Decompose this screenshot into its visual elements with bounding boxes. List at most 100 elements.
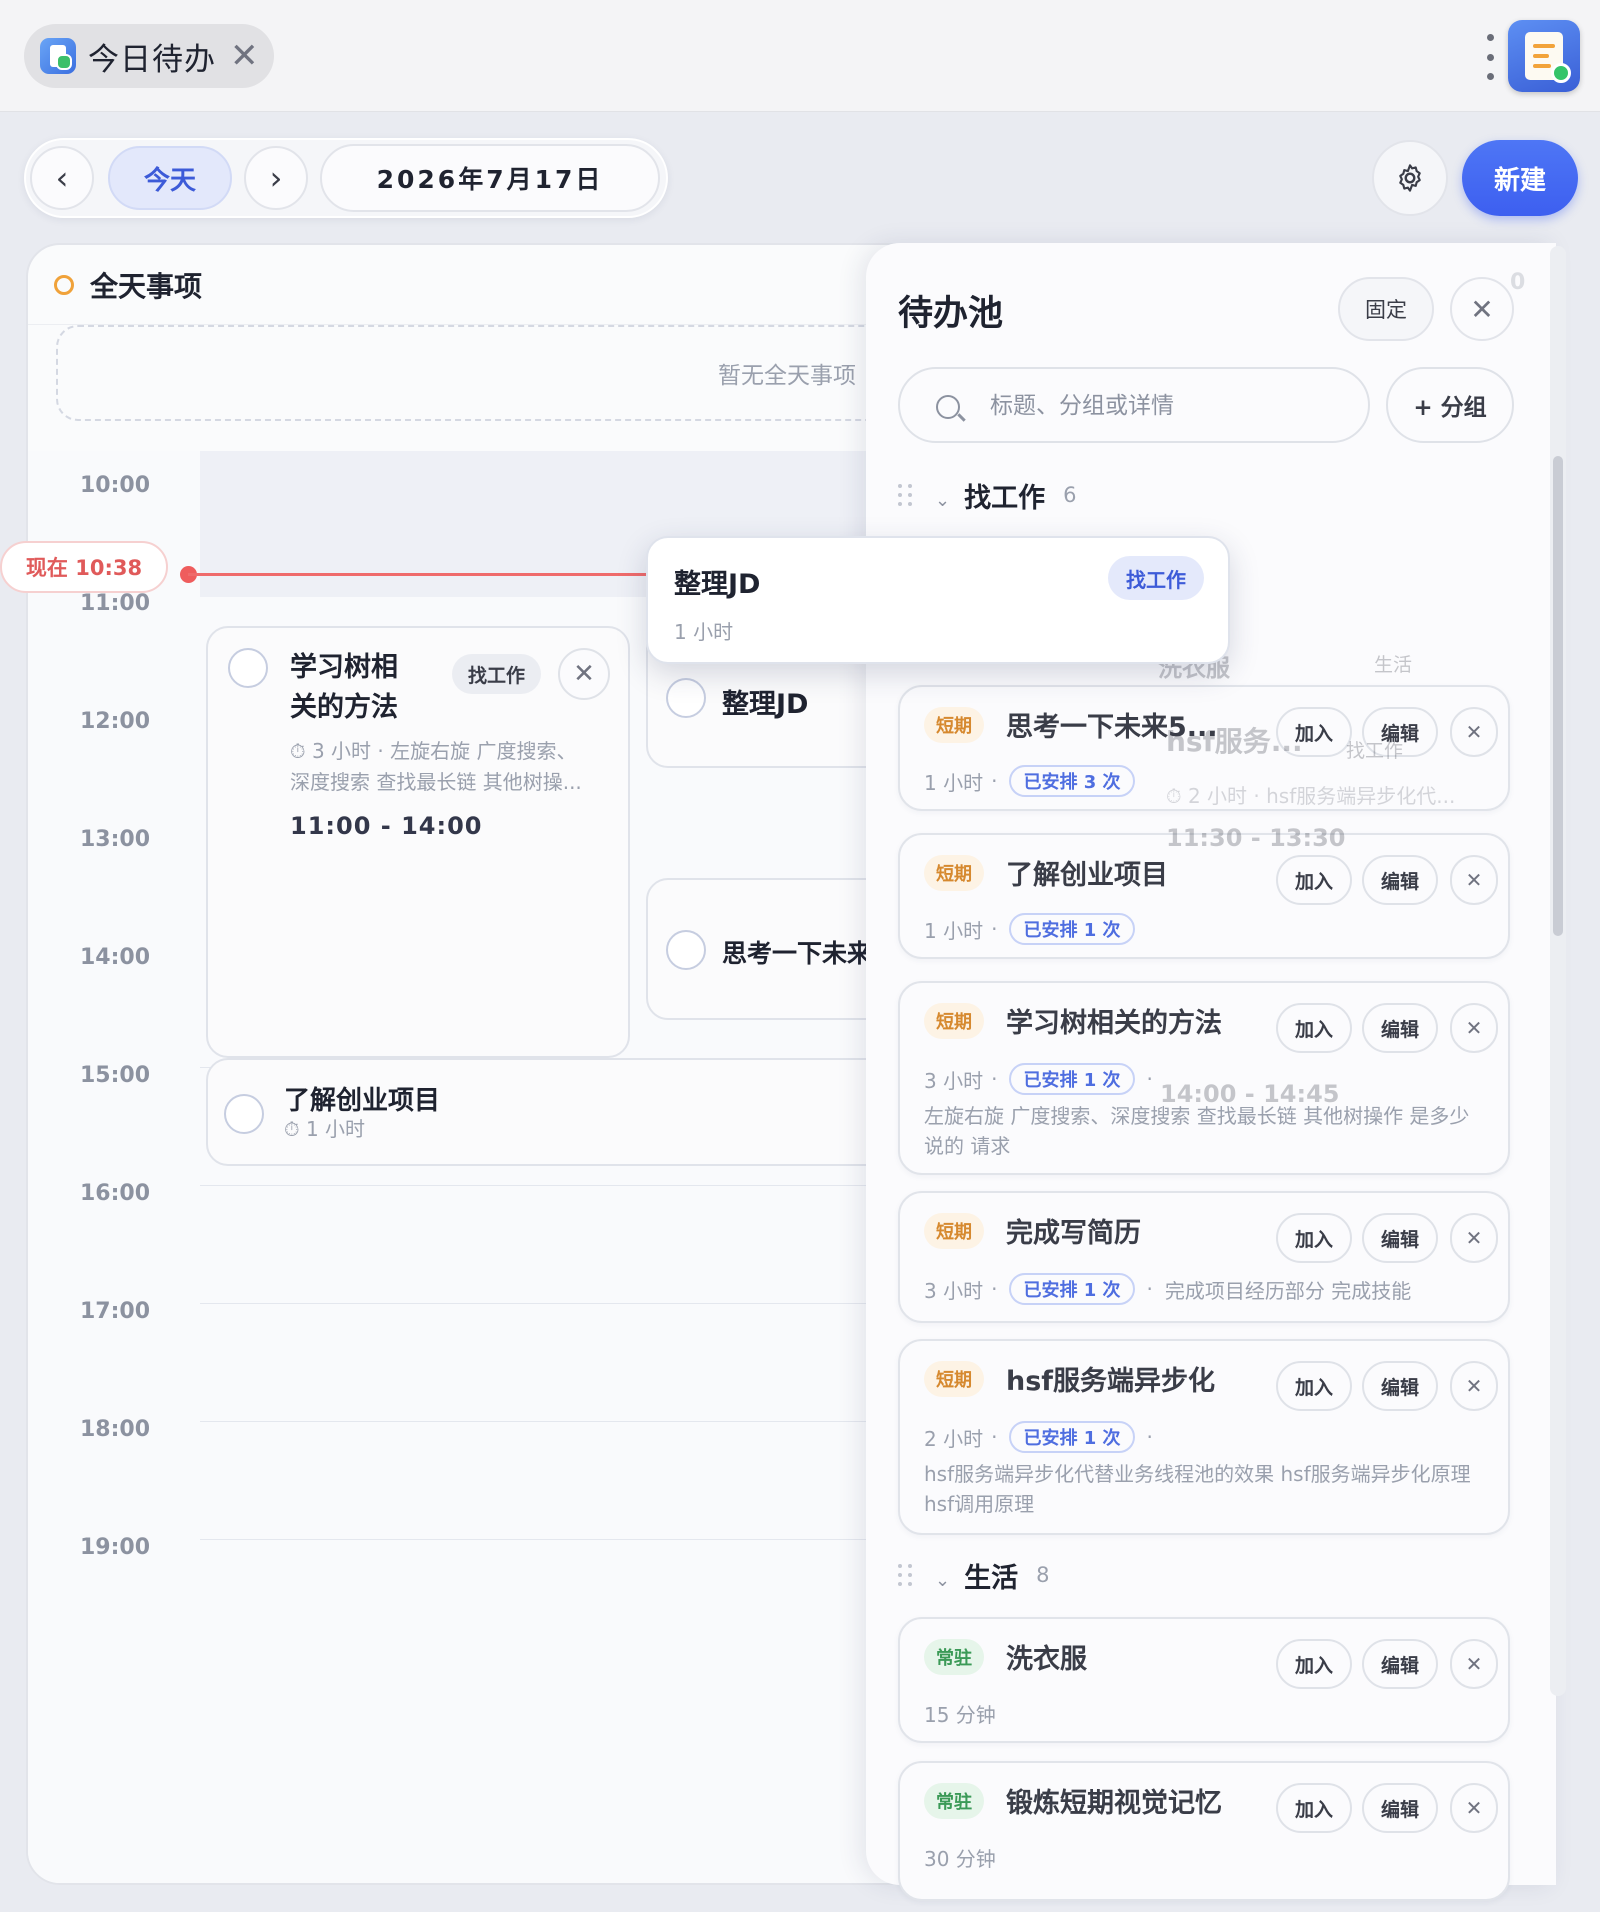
hour-label: 15:00 [80,1063,151,1088]
todo-card[interactable]: 常驻 洗衣服 加入 编辑 ✕ 15 分钟 [898,1617,1510,1743]
todo-card[interactable]: 短期 hsf服务端异步化 加入 编辑 ✕ 2 小时 · 已安排 1 次 · hsf服务… [898,1339,1510,1535]
event-close-button[interactable]: ✕ [558,648,610,700]
event-title: 整理JD [722,689,809,720]
add-button[interactable]: 加入 [1276,1783,1352,1833]
hour-label: 11:00 [80,591,151,616]
event-meta: ⏱ 1 小时 [284,1117,366,1141]
todo-card[interactable]: 短期 学习树相关的方法 加入 编辑 ✕ 3 小时 · 已安排 1 次 · 左旋右旋 广… [898,981,1510,1175]
add-group-button[interactable]: + 分组 [1386,367,1514,443]
complete-checkbox[interactable] [228,648,268,688]
add-button[interactable]: 加入 [1276,1361,1352,1411]
event-title: 了解创业项目 [284,1086,441,1116]
edit-button[interactable]: 编辑 [1362,1213,1438,1263]
popover-meta: 1 小时 [674,620,734,644]
todo-card[interactable]: 常驻 锻炼短期视觉记忆 加入 编辑 ✕ 30 分钟 [898,1761,1510,1901]
hour-label: 16:00 [80,1181,151,1206]
allday-title: 全天事项 [90,269,203,303]
group-header-life[interactable]: ⌄ 生活 8 [898,1555,1049,1595]
hour-label: 17:00 [80,1299,151,1324]
hour-label: 18:00 [80,1417,151,1442]
scheduled-badge: 已安排 1 次 [1009,1421,1135,1453]
delete-button[interactable]: ✕ [1450,1213,1498,1263]
delete-button[interactable]: ✕ [1450,1361,1498,1411]
event-card[interactable]: 学习树相 关的方法 找工作 ✕ ⏱ 3 小时 · 左旋右旋 广度搜索、 深度搜索 查… [206,626,630,1058]
event-card[interactable]: 了解创业项目 ⏱ 1 小时 [206,1058,906,1166]
popover-title: 整理JD [674,569,761,600]
clock-icon [54,274,74,295]
todo-title: hsf服务端异步化 [1006,1366,1216,1397]
delete-button[interactable]: ✕ [1450,1003,1498,1053]
complete-checkbox[interactable] [666,678,706,718]
edit-button[interactable]: 编辑 [1362,1639,1438,1689]
scheduled-badge: 已安排 1 次 [1009,1063,1135,1095]
now-badge: 现在 10:38 [0,541,168,593]
popover-tag: 找工作 [1108,556,1204,600]
add-button[interactable]: 加入 [1276,1639,1352,1689]
edit-button[interactable]: 编辑 [1362,1361,1438,1411]
date-picker-button[interactable]: 2026年7月17日 [320,144,660,212]
title-bar: 今日待办 ✕ [0,0,1600,112]
todo-title: 学习树相关的方法 [1006,1008,1222,1039]
pin-button[interactable]: 固定 [1338,277,1434,341]
hour-label: 13:00 [80,827,151,852]
type-badge: 短期 [924,1213,984,1249]
drawer-close-button[interactable]: ✕ [1450,277,1514,341]
drag-preview-popover: 整理JD 找工作 1 小时 [646,536,1230,664]
todo-title: 完成写简历 [1006,1218,1141,1249]
hour-label: 12:00 [80,709,151,734]
group-name: 生活 [964,1562,1019,1594]
todo-meta: 3 小时 · 已安排 1 次 · 完成项目经历部分 完成技能 [924,1273,1411,1305]
todo-title: 洗衣服 [1006,1644,1087,1675]
type-badge: 常驻 [924,1783,984,1819]
tab-title: 今日待办 [88,41,216,78]
next-day-button[interactable]: › [244,146,308,210]
hour-label: 19:00 [80,1535,151,1560]
drawer-scrollbar[interactable] [1550,246,1566,1696]
hour-label: 10:00 [80,473,151,498]
tab-close-icon[interactable]: ✕ [230,39,259,73]
event-group-tag: 找工作 [452,654,542,694]
delete-button[interactable]: ✕ [1450,1639,1498,1689]
ghost-event: hsf服务... 找工作 ⏱ 2 小时 · hsf服务端异步化代... 11:3… [1166,725,1456,852]
todo-meta: 3 小时 · 已安排 1 次 · [924,1063,1153,1095]
event-title: 学习树相 关的方法 [290,652,398,723]
group-header-job[interactable]: ⌄ 找工作 6 [898,475,1076,515]
prev-day-button[interactable]: ‹ [30,146,94,210]
todo-pool-drawer: 待办池 固定 ✕ + 分组 ⌄ 找工作 6 短期 思考一下未来5... 加入 编… [866,243,1556,1901]
settings-button[interactable] [1372,140,1448,216]
gear-icon [1399,164,1421,192]
chevron-down-icon[interactable]: ⌄ [935,490,950,511]
drawer-title: 待办池 [898,294,1004,334]
edit-button[interactable]: 编辑 [1362,1003,1438,1053]
add-button[interactable]: 加入 [1276,1003,1352,1053]
type-badge: 常驻 [924,1639,984,1675]
scrollbar-thumb[interactable] [1553,456,1563,936]
drag-handle-icon[interactable] [898,1564,913,1586]
today-button[interactable]: 今天 [108,146,232,210]
add-button[interactable]: 加入 [1276,1213,1352,1263]
complete-checkbox[interactable] [224,1094,264,1134]
scheduled-badge: 已安排 1 次 [1009,1273,1135,1305]
edit-button[interactable]: 编辑 [1362,1783,1438,1833]
more-menu-icon[interactable] [1484,34,1496,80]
delete-button[interactable]: ✕ [1450,1783,1498,1833]
chevron-down-icon[interactable]: ⌄ [935,1570,950,1591]
ghost-event: 14:00 - 14:45 [1160,1080,1340,1108]
todo-title: 锻炼短期视觉记忆 [1006,1788,1222,1819]
event-meta: ⏱ 3 小时 · 左旋右旋 广度搜索、 深度搜索 查找最长链 其他树操... [290,739,582,794]
type-badge: 短期 [924,707,984,743]
app-tab[interactable]: 今日待办 ✕ [24,24,274,88]
app-tab-icon [40,38,76,74]
hour-label: 14:00 [80,945,151,970]
drag-handle-icon[interactable] [898,484,913,506]
search-box[interactable] [898,367,1370,443]
search-input[interactable] [990,383,1350,429]
todo-card[interactable]: 短期 完成写简历 加入 编辑 ✕ 3 小时 · 已安排 1 次 · 完成项目经历部分 完… [898,1191,1510,1323]
new-button[interactable]: 新建 [1462,140,1578,216]
search-icon [936,395,960,419]
app-logo-icon[interactable] [1508,20,1580,92]
type-badge: 短期 [924,855,984,891]
group-name: 找工作 [964,482,1046,514]
complete-checkbox[interactable] [666,930,706,970]
todo-desc: hsf服务端异步化代替业务线程池的效果 hsf服务端异步化原理 hsf调用原理 [924,1462,1471,1516]
